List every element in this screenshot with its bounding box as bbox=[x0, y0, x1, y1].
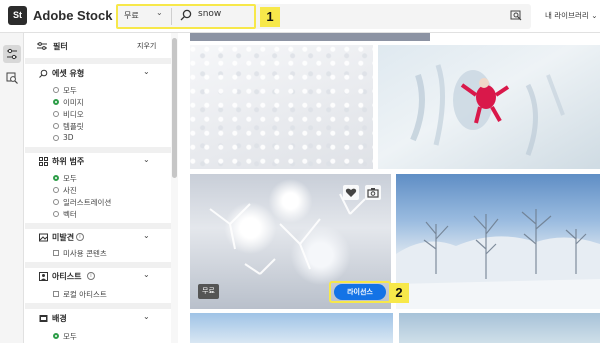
forest-photo bbox=[396, 209, 600, 309]
section-divider bbox=[25, 147, 171, 153]
annotation-badge-1: 1 bbox=[260, 7, 280, 27]
artist-icon bbox=[39, 272, 48, 281]
snow-angel-photo bbox=[410, 64, 565, 156]
background-section-title[interactable]: 배경 bbox=[52, 313, 67, 324]
artist-option-local[interactable]: 로컬 아티스트 bbox=[63, 289, 107, 300]
subcategory-section-title[interactable]: 하위 범주 bbox=[52, 156, 84, 167]
license-button[interactable]: 라이선스 bbox=[334, 284, 386, 300]
unreleased-checkbox[interactable] bbox=[53, 250, 59, 256]
asset-type-option-video[interactable]: 비디오 bbox=[63, 109, 84, 120]
subcategory-radio-all[interactable] bbox=[53, 175, 59, 181]
sliders-icon bbox=[37, 42, 47, 50]
info-icon[interactable]: i bbox=[76, 233, 84, 241]
chevron-down-icon[interactable]: ⌄ bbox=[143, 155, 150, 164]
subcategory-option-photo[interactable]: 사진 bbox=[63, 185, 77, 196]
save-to-library-button[interactable] bbox=[343, 185, 359, 200]
filter-panel-header: 필터 지우기 bbox=[25, 33, 171, 58]
image-tile[interactable] bbox=[190, 313, 393, 343]
left-rail bbox=[0, 33, 24, 343]
asset-type-option-template[interactable]: 템플릿 bbox=[63, 121, 84, 132]
asset-type-option-image[interactable]: 이미지 bbox=[63, 97, 84, 108]
subcategory-option-all[interactable]: 모두 bbox=[63, 173, 77, 184]
subcategory-option-vector[interactable]: 벡터 bbox=[63, 209, 77, 220]
grid-icon bbox=[39, 157, 48, 166]
camera-icon bbox=[367, 188, 379, 198]
background-icon bbox=[39, 315, 48, 322]
annotation-badge-2: 2 bbox=[389, 283, 409, 303]
my-library-menu[interactable]: 내 라이브러리 ⌄ bbox=[545, 10, 597, 21]
artist-section-title[interactable]: 아티스트 bbox=[52, 271, 81, 282]
adobe-stock-logo-icon[interactable]: St bbox=[8, 6, 27, 25]
image-tile-snowy-forest[interactable] bbox=[396, 174, 600, 309]
subcategory-radio-illustration[interactable] bbox=[53, 199, 59, 205]
background-option-all[interactable]: 모두 bbox=[63, 331, 77, 342]
asset-type-radio-image[interactable] bbox=[53, 99, 59, 105]
my-library-label: 내 라이브러리 bbox=[545, 11, 589, 20]
subcategory-radio-photo[interactable] bbox=[53, 187, 59, 193]
chevron-down-icon[interactable]: ⌄ bbox=[143, 270, 150, 279]
image-tile-snow-texture[interactable] bbox=[190, 45, 373, 169]
filter-panel: 필터 지우기 에셋 유형 ⌄ 모두 이미지 비디오 템플릿 3D 하위 범주 ⌄… bbox=[25, 33, 171, 343]
asset-type-radio-video[interactable] bbox=[53, 111, 59, 117]
filter-scrollbar-thumb[interactable] bbox=[172, 38, 177, 178]
subcategory-option-illustration[interactable]: 일러스트레이션 bbox=[63, 197, 111, 208]
clear-filters-link[interactable]: 지우기 bbox=[137, 41, 156, 51]
asset-type-option-all[interactable]: 모두 bbox=[63, 85, 77, 96]
visual-search-icon[interactable] bbox=[510, 9, 522, 21]
chevron-down-icon[interactable]: ⌄ bbox=[143, 231, 150, 240]
chevron-down-icon[interactable]: ⌄ bbox=[143, 312, 150, 321]
sliders-icon bbox=[7, 48, 17, 60]
image-tile[interactable] bbox=[190, 33, 430, 41]
app-title[interactable]: Adobe Stock bbox=[33, 8, 112, 23]
local-artist-checkbox[interactable] bbox=[53, 291, 59, 297]
section-divider bbox=[25, 223, 171, 229]
section-divider bbox=[25, 262, 171, 268]
background-radio-all[interactable] bbox=[53, 333, 59, 339]
filters-toggle-button[interactable] bbox=[3, 45, 21, 63]
free-badge: 무료 bbox=[198, 284, 219, 299]
image-tile[interactable] bbox=[399, 313, 600, 343]
asset-type-radio-template[interactable] bbox=[53, 123, 59, 129]
subcategory-radio-vector[interactable] bbox=[53, 211, 59, 217]
image-search-icon bbox=[6, 72, 18, 84]
unreleased-option-unused[interactable]: 미사용 콘텐츠 bbox=[63, 248, 107, 259]
find-similar-button[interactable] bbox=[365, 185, 381, 200]
top-header: St Adobe Stock 무료 ⌄ snow 1 내 라이브러리 ⌄ bbox=[0, 0, 600, 33]
chevron-down-icon: ⌄ bbox=[591, 11, 598, 20]
info-icon[interactable]: i bbox=[87, 272, 95, 280]
asset-type-radio-all[interactable] bbox=[53, 87, 59, 93]
asset-type-option-3d[interactable]: 3D bbox=[63, 133, 74, 142]
visual-search-rail-button[interactable] bbox=[3, 69, 21, 87]
section-divider bbox=[25, 303, 171, 309]
unreleased-section-title[interactable]: 미발견 bbox=[52, 232, 74, 243]
section-divider bbox=[25, 58, 171, 64]
chevron-down-icon[interactable]: ⌄ bbox=[143, 67, 150, 76]
asset-type-radio-3d[interactable] bbox=[53, 135, 59, 141]
filter-panel-title: 필터 bbox=[53, 42, 68, 51]
search-icon bbox=[39, 69, 48, 78]
annotation-highlight-box bbox=[116, 4, 256, 29]
image-icon bbox=[39, 233, 48, 242]
heart-icon bbox=[345, 188, 357, 197]
asset-type-section-title[interactable]: 에셋 유형 bbox=[52, 68, 84, 79]
image-tile-snow-angel[interactable] bbox=[378, 45, 600, 169]
